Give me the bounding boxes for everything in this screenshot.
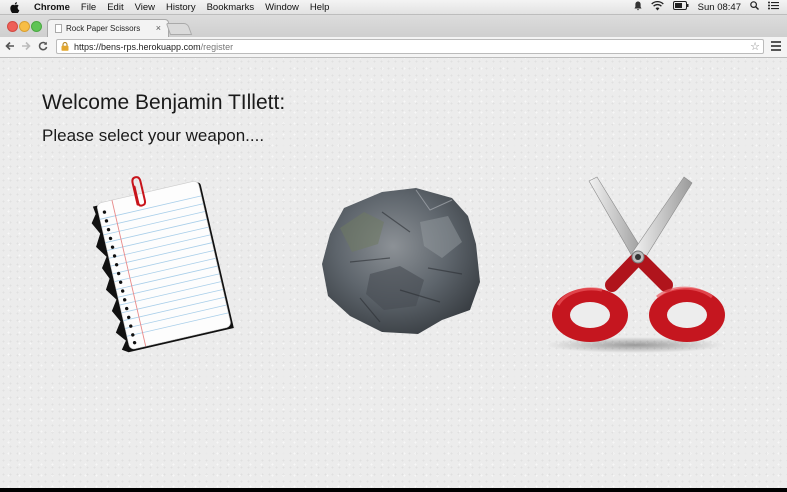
forward-arrow-icon xyxy=(22,41,31,51)
welcome-heading: Welcome Benjamin TIllett: xyxy=(42,91,286,114)
menu-view[interactable]: View xyxy=(135,2,155,13)
window-close-button[interactable] xyxy=(7,21,18,32)
rock-weapon[interactable] xyxy=(320,182,485,343)
tab-title: Rock Paper Scissors xyxy=(66,24,141,33)
menu-bookmarks[interactable]: Bookmarks xyxy=(207,2,255,13)
notification-center-icon[interactable] xyxy=(768,1,779,13)
reload-icon xyxy=(38,41,48,51)
url-path: /register xyxy=(200,42,234,52)
bookmark-star-icon[interactable]: ☆ xyxy=(750,40,760,53)
wifi-icon[interactable] xyxy=(650,0,664,14)
page-content: Welcome Benjamin TIllett: Please select … xyxy=(0,58,787,488)
address-bar[interactable]: https://bens-rps.herokuapp.com/register … xyxy=(56,39,764,54)
menu-window[interactable]: Window xyxy=(265,2,299,13)
browser-tab-strip: Rock Paper Scissors × xyxy=(0,15,787,37)
battery-icon[interactable] xyxy=(672,1,689,13)
window-zoom-button[interactable] xyxy=(31,21,42,32)
menu-history[interactable]: History xyxy=(166,2,196,13)
reload-button[interactable] xyxy=(36,39,50,55)
menu-help[interactable]: Help xyxy=(310,2,330,13)
rock-image xyxy=(322,188,480,334)
new-tab-button[interactable] xyxy=(165,23,193,35)
back-arrow-icon xyxy=(5,41,14,51)
menubar-status-area: Sun 08:47 xyxy=(634,0,779,14)
browser-toolbar: https://bens-rps.herokuapp.com/register … xyxy=(0,37,787,58)
paper-image xyxy=(91,176,234,353)
address-url: https://bens-rps.herokuapp.com/register xyxy=(74,42,233,52)
tab-close-icon[interactable]: × xyxy=(156,23,161,33)
apple-icon[interactable] xyxy=(10,1,24,13)
paper-weapon[interactable] xyxy=(86,171,234,366)
url-host: https://bens-rps.herokuapp.com xyxy=(74,42,201,52)
spotlight-icon[interactable] xyxy=(750,1,759,13)
menu-chrome[interactable]: Chrome xyxy=(34,2,70,13)
scissors-weapon[interactable] xyxy=(542,173,732,360)
back-button[interactable] xyxy=(3,39,17,55)
menu-file[interactable]: File xyxy=(81,2,96,13)
window-minimize-button[interactable] xyxy=(19,21,30,32)
window-bottom-edge xyxy=(0,488,787,492)
notification-icon[interactable] xyxy=(634,1,642,14)
scissors-image xyxy=(545,176,725,353)
clock[interactable]: Sun 08:47 xyxy=(698,2,741,13)
macos-menubar: Chrome File Edit View History Bookmarks … xyxy=(0,0,787,15)
menu-edit[interactable]: Edit xyxy=(107,2,123,13)
page-favicon-icon xyxy=(55,24,62,33)
chrome-menu-icon[interactable] xyxy=(771,41,781,53)
browser-tab[interactable]: Rock Paper Scissors × xyxy=(47,19,169,37)
forward-button[interactable] xyxy=(19,39,33,55)
lock-icon[interactable] xyxy=(61,42,69,53)
weapon-prompt: Please select your weapon.... xyxy=(42,126,265,145)
